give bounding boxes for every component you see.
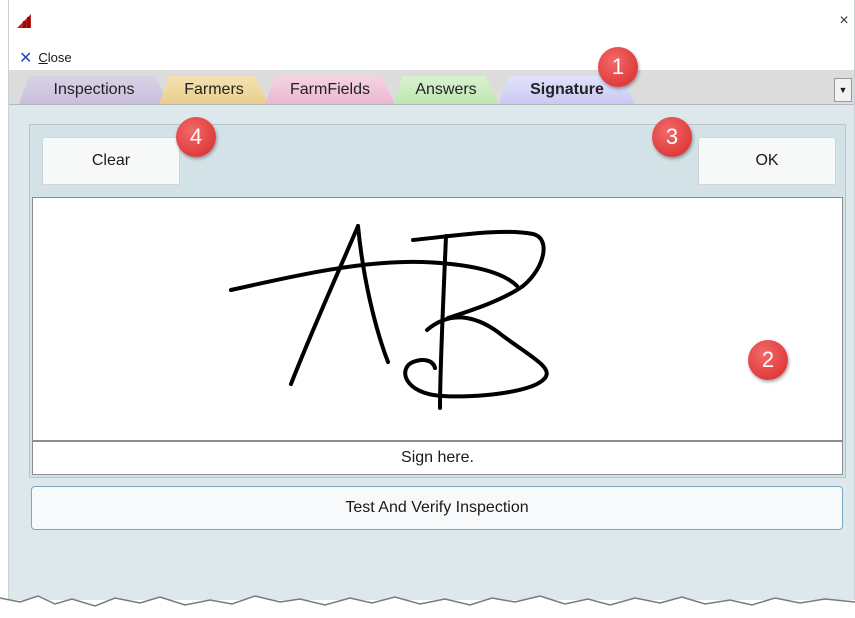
callout-badge-4: 4 <box>176 117 216 157</box>
tab-strip: Inspections Farmers FarmFields Answers S… <box>9 70 854 105</box>
callout-badge-3: 3 <box>652 117 692 157</box>
close-x-icon: ✕ <box>19 47 33 67</box>
app-window: × ✕ Close Inspections Farmers FarmFields… <box>8 0 855 600</box>
callout-badge-2: 2 <box>748 340 788 380</box>
signature-stroke <box>229 224 549 410</box>
close-command[interactable]: ✕ Close <box>19 47 72 67</box>
close-label: Close <box>38 49 72 65</box>
window-close-button[interactable]: × <box>834 11 854 31</box>
callout-badge-1: 1 <box>598 47 638 87</box>
signature-panel: Clear OK Sign here. <box>29 124 846 478</box>
test-verify-inspection-button[interactable]: Test And Verify Inspection <box>31 486 843 530</box>
tab-list-dropdown-icon[interactable]: ▼ <box>834 78 852 102</box>
tab-answers[interactable]: Answers <box>393 76 499 104</box>
clear-button[interactable]: Clear <box>42 137 180 185</box>
app-logo-icon <box>17 14 31 28</box>
ok-button[interactable]: OK <box>698 137 836 185</box>
signature-pad[interactable] <box>32 197 843 441</box>
torn-edge-decoration <box>0 595 855 618</box>
tab-farmers[interactable]: Farmers <box>159 76 269 104</box>
title-bar: × <box>9 0 854 42</box>
menu-bar: ✕ Close <box>9 42 854 70</box>
tab-farmfields[interactable]: FarmFields <box>265 76 395 104</box>
tab-inspections[interactable]: Inspections <box>19 76 169 104</box>
sign-here-label: Sign here. <box>32 441 843 475</box>
